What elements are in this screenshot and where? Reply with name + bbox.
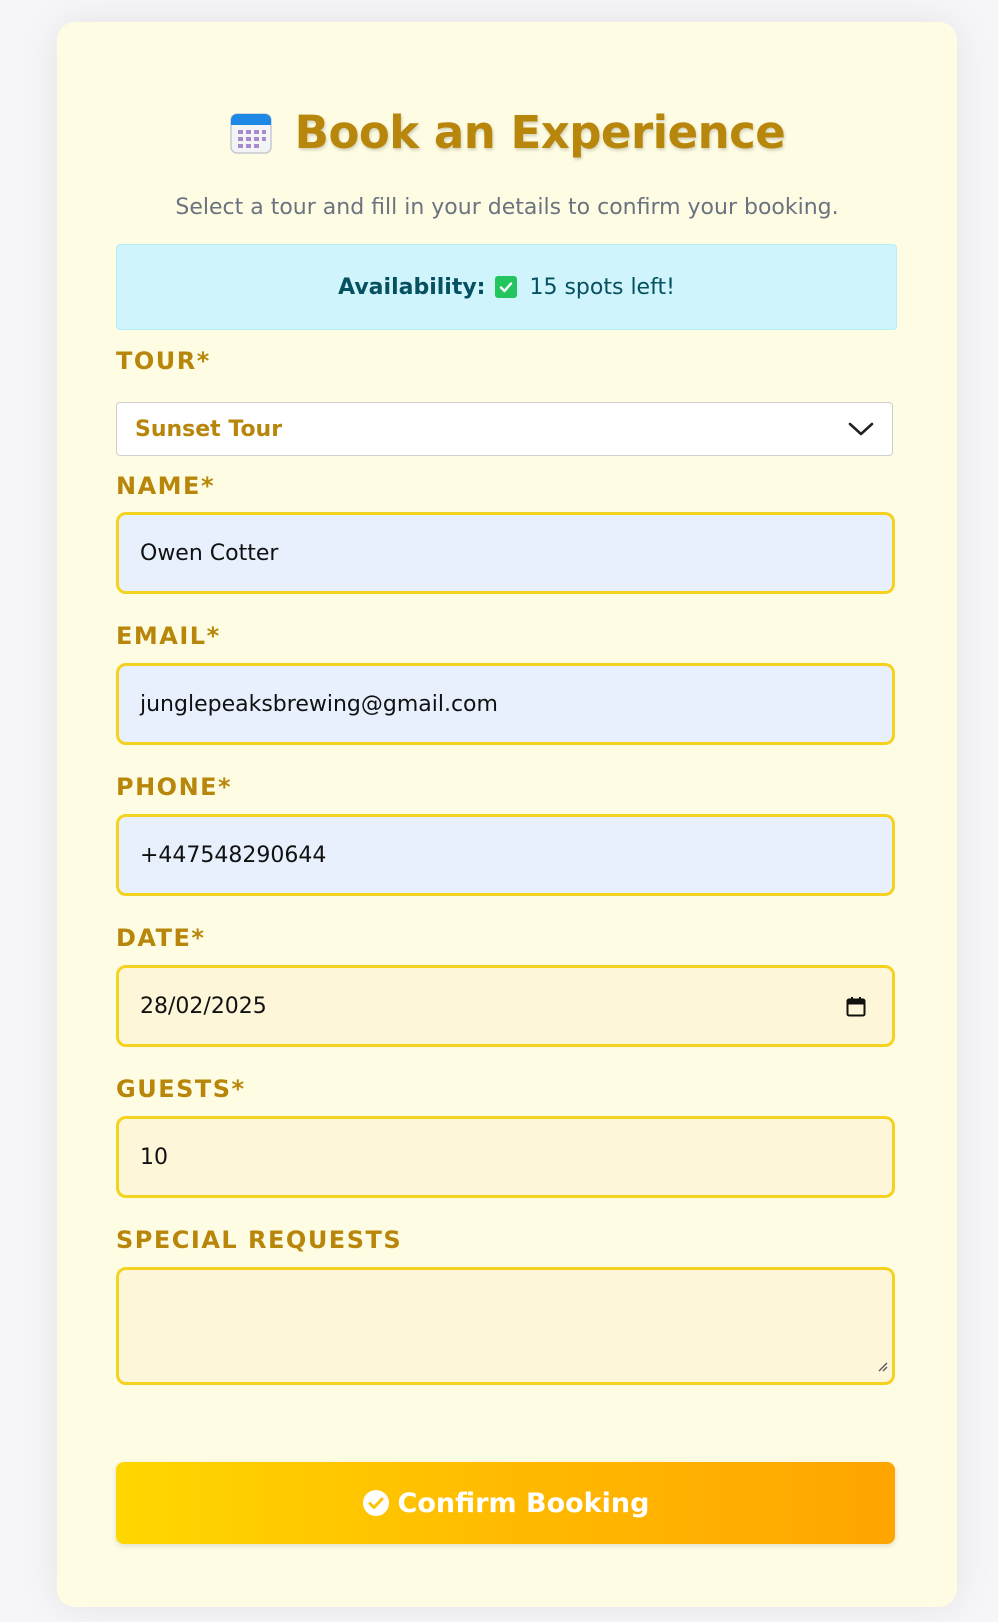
resize-handle-icon[interactable]	[876, 1353, 888, 1378]
calendar-icon	[229, 111, 273, 155]
tour-select-value: Sunset Tour	[135, 416, 283, 442]
guests-field[interactable]: 10	[116, 1116, 895, 1198]
confirm-booking-button[interactable]: Confirm Booking	[116, 1462, 895, 1544]
date-field-value: 28/02/2025	[140, 993, 267, 1019]
booking-card: Book an Experience Select a tour and fil…	[57, 22, 957, 1607]
chevron-down-icon	[848, 419, 874, 443]
calendar-picker-icon[interactable]	[846, 996, 866, 1024]
email-field[interactable]: junglepeaksbrewing@gmail.com	[116, 663, 895, 745]
email-label: EMAIL*	[116, 622, 221, 650]
availability-label: Availability:	[338, 274, 486, 300]
page-title: Book an Experience	[294, 106, 786, 159]
availability-text: 15 spots left!	[529, 274, 675, 300]
checkbox-check-icon	[495, 276, 518, 298]
check-circle-icon	[362, 1489, 390, 1517]
name-field-value: Owen Cotter	[140, 540, 279, 566]
name-label: NAME*	[116, 472, 215, 500]
guests-field-value: 10	[140, 1144, 168, 1170]
special-requests-label: SPECIAL REQUESTS	[116, 1226, 403, 1254]
page-subtitle: Select a tour and fill in your details t…	[175, 195, 839, 220]
phone-label: PHONE*	[116, 773, 233, 801]
tour-label: TOUR*	[116, 347, 211, 375]
date-label: DATE*	[116, 924, 206, 952]
date-field[interactable]: 28/02/2025	[116, 965, 895, 1047]
phone-field-value: +447548290644	[140, 842, 327, 868]
phone-field[interactable]: +447548290644	[116, 814, 895, 896]
special-requests-textarea[interactable]	[116, 1267, 895, 1385]
title-row: Book an Experience	[57, 106, 957, 159]
name-field[interactable]: Owen Cotter	[116, 512, 895, 594]
guests-label: GUESTS*	[116, 1075, 246, 1103]
email-field-value: junglepeaksbrewing@gmail.com	[140, 691, 498, 717]
availability-alert: Availability: 15 spots left!	[116, 244, 897, 330]
tour-select[interactable]: Sunset Tour	[116, 402, 893, 456]
confirm-booking-label: Confirm Booking	[397, 1487, 650, 1519]
